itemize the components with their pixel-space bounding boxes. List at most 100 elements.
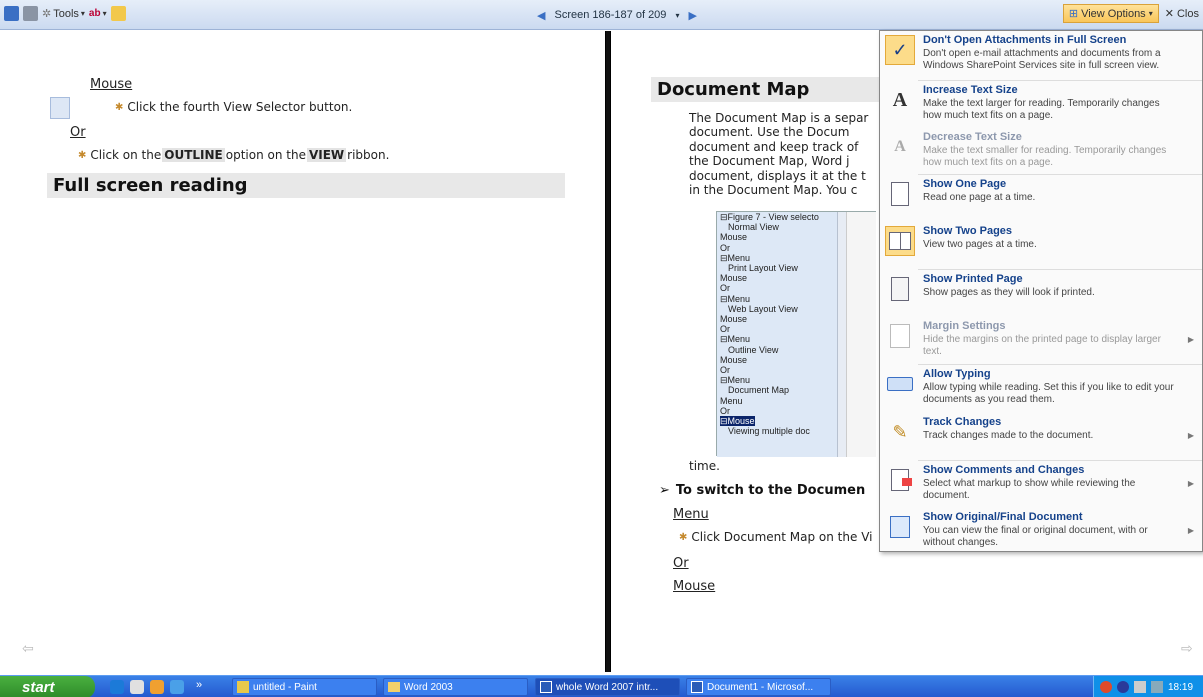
map-item: Document Map (728, 385, 790, 396)
section-heading: Full screen reading (47, 173, 565, 198)
close-icon: ✕ (1164, 8, 1174, 20)
menu-item-title: Margin Settings (923, 320, 1006, 332)
messenger-icon[interactable] (170, 680, 184, 694)
map-item: Or (720, 365, 730, 376)
map-item: Menu (720, 395, 743, 406)
folder-icon (388, 682, 400, 692)
menu-item-allow-typing[interactable]: Allow Typing Allow typing while reading.… (880, 365, 1202, 412)
map-item: ⊟Menu (720, 334, 751, 345)
track-changes-icon: ✎ (892, 421, 908, 442)
outline-view-icon (50, 97, 70, 119)
comments-icon (885, 465, 915, 495)
print-icon[interactable] (23, 6, 38, 21)
internet-explorer-icon[interactable] (110, 680, 124, 694)
tools-menu-button[interactable]: ✲ Tools ▾ (42, 7, 85, 21)
menu-item-margin-settings[interactable]: Margin Settings Hide the margins on the … (880, 317, 1202, 364)
bullet-text-outline: OUTLINE (162, 148, 225, 162)
chevron-right-icon[interactable]: » (196, 679, 202, 691)
menu-item-title: Show Original/Final Document (923, 511, 1083, 523)
bullet-text-post: ribbon. (347, 148, 390, 162)
tools-icon: ✲ (42, 8, 52, 20)
paragraph: The Document Map is a separ document. Us… (689, 111, 889, 197)
calendar-icon[interactable] (130, 680, 144, 694)
keyboard-icon (885, 369, 915, 399)
bullet-text: Click the fourth View Selector button. (127, 100, 353, 114)
close-button[interactable]: ✕ Clos (1165, 7, 1199, 20)
highlight-button[interactable]: ab ▾ (89, 8, 107, 19)
next-screen-icon[interactable]: ▶ (689, 9, 697, 22)
chevron-down-icon: ▾ (1148, 9, 1153, 18)
one-page-icon (885, 179, 915, 209)
bullet-star-icon: ✱ (115, 101, 124, 113)
reading-toolbar: ✲ Tools ▾ ab ▾ ◀ Screen 186-187 of 209 ▾… (0, 0, 1203, 30)
menu-item-decrease-text-size[interactable]: A Decrease Text Size Make the text small… (880, 128, 1202, 175)
paragraph-line: document and keep track of (689, 139, 859, 154)
link-or[interactable]: Or (673, 556, 689, 571)
menu-item-show-one-page[interactable]: Show One Page Read one page at a time. (880, 175, 1202, 222)
view-options-menu: ✓ Don't Open Attachments in Full Screen … (879, 30, 1203, 552)
menu-item-title: Don't Open Attachments in Full Screen (923, 34, 1127, 46)
highlight-icon: ab (88, 8, 101, 19)
menu-item-show-printed-page[interactable]: Show Printed Page Show pages as they wil… (880, 270, 1202, 317)
clock[interactable]: 18:19 (1168, 682, 1193, 693)
tray-icon-network[interactable] (1100, 681, 1112, 693)
chevron-down-icon[interactable]: ▾ (675, 11, 679, 20)
chevron-down-icon: ▾ (80, 9, 85, 18)
link-menu[interactable]: Menu (673, 507, 709, 522)
bullet-item: ✱ Click the fourth View Selector button. (115, 100, 352, 114)
menu-item-show-original-final[interactable]: Show Original/Final Document You can vie… (880, 508, 1202, 555)
bullet-text-mid: option on the (225, 148, 306, 162)
map-item: Outline View (728, 344, 779, 355)
previous-screen-icon[interactable]: ◀ (537, 9, 545, 22)
link-mouse[interactable]: Mouse (90, 77, 132, 92)
menu-item-increase-text-size[interactable]: A Increase Text Size Make the text large… (880, 81, 1202, 128)
taskbar-button-word2003[interactable]: Word 2003 (383, 678, 528, 696)
map-item: Or (720, 324, 730, 335)
menu-item-description: You can view the final or original docum… (923, 525, 1148, 548)
task-label: untitled - Paint (253, 681, 317, 693)
save-icon[interactable] (4, 6, 19, 21)
link-mouse[interactable]: Mouse (673, 579, 715, 594)
menu-item-track-changes[interactable]: ✎ Track Changes Track changes made to th… (880, 413, 1202, 460)
menu-item-dont-open-attachments[interactable]: ✓ Don't Open Attachments in Full Screen … (880, 31, 1202, 78)
procedure-heading-text: To switch to the Documen (675, 483, 866, 498)
text-fragment: time. (689, 459, 720, 473)
new-comment-icon[interactable] (110, 6, 126, 21)
paint-icon (237, 681, 249, 693)
left-page: Mouse ✱ Click the fourth View Selector b… (0, 31, 606, 672)
document-map-pane: ⊟Figure 7 - View selecto Normal View Mou… (717, 212, 837, 457)
map-item-selected: ⊟Mouse (720, 416, 755, 427)
task-label: Document1 - Microsof... (707, 681, 814, 693)
taskbar-button-paint[interactable]: untitled - Paint (232, 678, 377, 696)
taskbar-button-document1[interactable]: Document1 - Microsof... (686, 678, 831, 696)
map-item: Or (720, 283, 730, 294)
menu-item-show-two-pages[interactable]: Show Two Pages View two pages at a time. (880, 222, 1202, 269)
media-player-icon[interactable] (150, 680, 164, 694)
link-or[interactable]: Or (70, 125, 86, 140)
menu-item-description: Hide the margins on the printed page to … (923, 334, 1161, 357)
map-item: Mouse (720, 232, 748, 243)
view-options-button[interactable]: ⊞ View Options ▾ (1062, 4, 1159, 23)
menu-item-show-comments-and-changes[interactable]: Show Comments and Changes Select what ma… (880, 461, 1202, 508)
next-page-icon[interactable]: ⇨ (1181, 641, 1193, 657)
taskbar-button-word2007[interactable]: whole Word 2007 intr... (535, 678, 680, 696)
bullet-item: ✱ Click Document Map on the Vi (679, 530, 872, 544)
map-item: Or (720, 405, 730, 416)
previous-page-icon[interactable]: ⇦ (22, 641, 34, 657)
tray-icon-connection[interactable] (1151, 681, 1163, 693)
start-button[interactable]: start (0, 676, 95, 697)
menu-item-title: Track Changes (923, 416, 1002, 428)
map-item: ⊟Menu (720, 252, 751, 263)
toolbar-right-group: ⊞ View Options ▾ ✕ Clos (1062, 4, 1199, 23)
word-icon (691, 681, 703, 693)
screen-counter[interactable]: Screen 186-187 of 209 (555, 9, 667, 21)
tray-icon-security[interactable] (1117, 681, 1129, 693)
menu-item-description: Track changes made to the document. (923, 430, 1094, 441)
tools-label: Tools (53, 7, 79, 20)
original-final-icon (885, 512, 915, 542)
map-item: Normal View (728, 222, 779, 233)
map-item: Mouse (720, 314, 748, 325)
tray-icon-volume[interactable] (1134, 681, 1146, 693)
submenu-arrow-icon: ▶ (1187, 431, 1194, 440)
paragraph-line: document, displays it at the t (689, 168, 866, 183)
